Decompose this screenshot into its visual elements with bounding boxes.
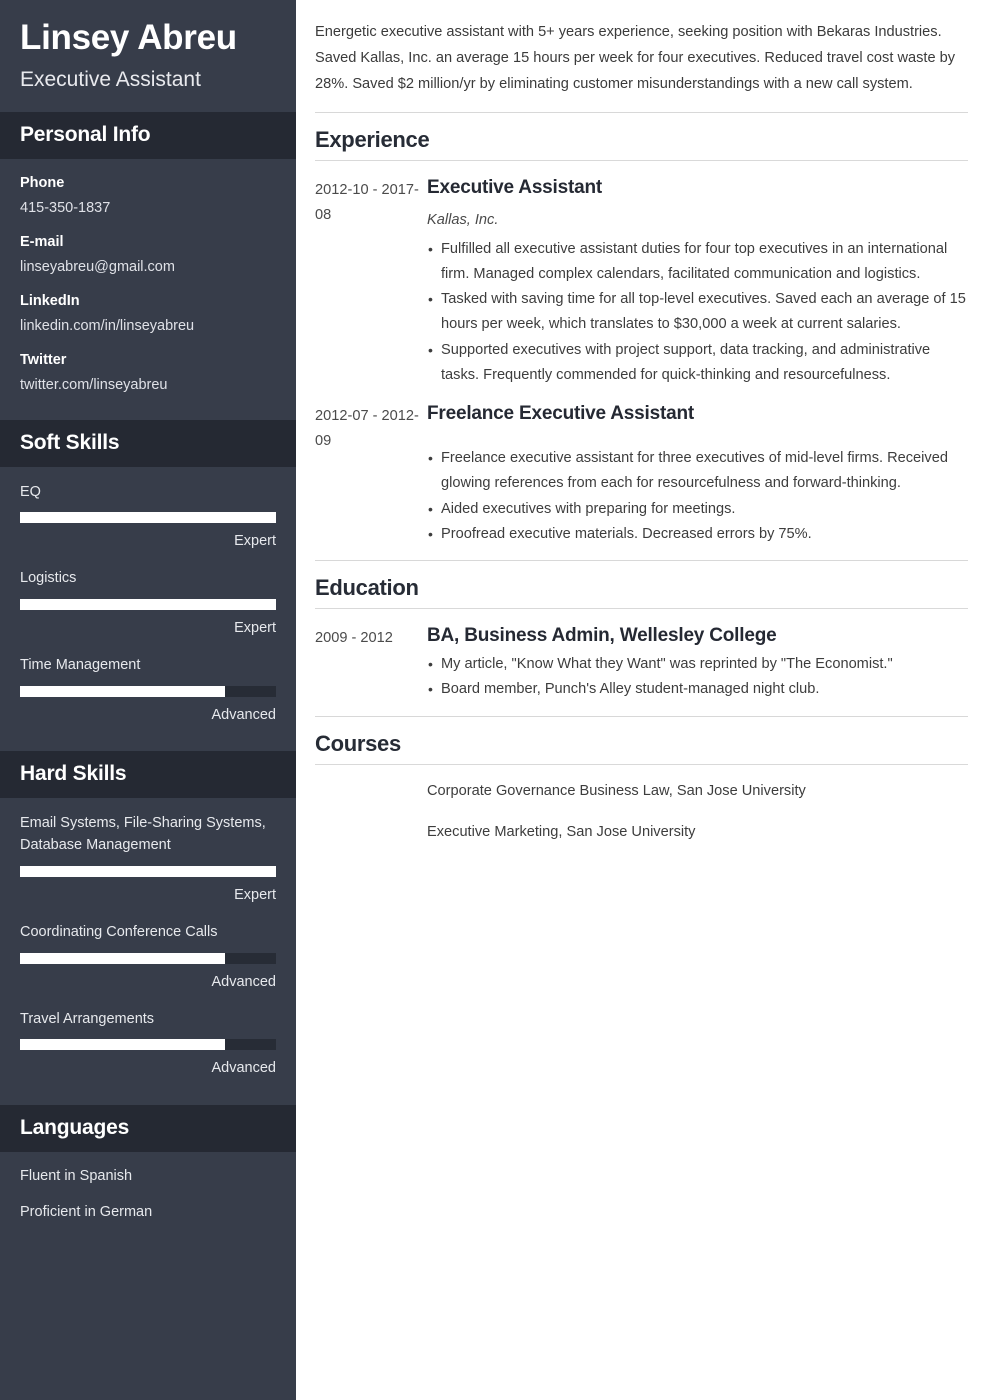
bullet-item: Freelance executive assistant for three … [427, 446, 968, 496]
bullet-item: Tasked with saving time for all top-leve… [427, 287, 968, 337]
contact-value-email[interactable]: linseyabreu@gmail.com [20, 256, 276, 278]
section-title-soft-skills: Soft Skills [0, 419, 296, 467]
main-content: Energetic executive assistant with 5+ ye… [296, 0, 990, 1400]
skill-progress-fill [20, 952, 225, 964]
section-education: Education 2009 - 2012 BA, Business Admin… [315, 559, 968, 703]
contact-label: Phone [20, 174, 65, 191]
skill-level-label: Advanced [211, 706, 277, 723]
skill-progress-track [20, 952, 276, 964]
sidebar-header: Linsey Abreu Executive Assistant [0, 0, 296, 112]
bullet-item: Aided executives with preparing for meet… [427, 497, 968, 522]
candidate-role: Executive Assistant [20, 67, 201, 91]
skill-progress-track [20, 1039, 276, 1051]
sidebar: Linsey Abreu Executive Assistant Persona… [0, 0, 296, 1400]
experience-job-title: Freelance Executive Assistant [427, 402, 695, 424]
experience-body: Freelance Executive Assistant Freelance … [427, 401, 968, 547]
section-divider [315, 159, 968, 161]
skill-name: Time Management [20, 657, 141, 674]
skill-progress-track [20, 865, 276, 877]
contact-label: Twitter [20, 352, 67, 369]
education-entry: 2009 - 2012 BA, Business Admin, Wellesle… [315, 623, 968, 703]
skill-progress-fill [20, 598, 276, 610]
course-item: Executive Marketing, San Jose University [427, 823, 696, 840]
section-courses: Courses Corporate Governance Business La… [315, 715, 968, 861]
experience-bullets: Fulfilled all executive assistant duties… [427, 237, 968, 388]
skill-progress-fill [20, 685, 225, 697]
contact-label: LinkedIn [20, 293, 80, 310]
language-item: Proficient in German [20, 1204, 153, 1221]
skill-item: Coordinating Conference Calls Advanced [20, 921, 276, 992]
contact-item-phone: Phone 415-350-1837 [20, 173, 276, 219]
language-item: Fluent in Spanish [20, 1167, 133, 1184]
experience-entry: 2012-10 - 2017-08 Executive Assistant Ka… [315, 175, 968, 388]
contact-item-email: E-mail linseyabreu@gmail.com [20, 232, 276, 278]
education-degree: BA, Business Admin, Wellesley College [427, 624, 777, 646]
contact-value-twitter[interactable]: twitter.com/linseyabreu [20, 374, 276, 396]
skill-level-label: Expert [234, 619, 276, 636]
skill-level-label: Advanced [211, 973, 277, 990]
languages-list: Fluent in Spanish Proficient in German [0, 1152, 296, 1250]
skill-progress-track [20, 598, 276, 610]
skill-level-label: Expert [234, 886, 276, 903]
resume-document: Linsey Abreu Executive Assistant Persona… [0, 0, 990, 1400]
section-title-languages: Languages [0, 1104, 296, 1152]
experience-date: 2012-07 - 2012-09 [315, 407, 419, 449]
experience-company: Kallas, Inc. [427, 211, 499, 228]
skill-progress-track [20, 685, 276, 697]
bullet-item: Supported executives with project suppor… [427, 338, 968, 388]
section-experience: Experience 2012-10 - 2017-08 Executive A… [315, 111, 968, 547]
contact-item-linkedin: LinkedIn linkedin.com/in/linseyabreu [20, 291, 276, 337]
section-divider [315, 763, 968, 765]
skill-progress-track [20, 512, 276, 524]
skill-item: Time Management Advanced [20, 654, 276, 725]
skill-progress-fill [20, 512, 276, 524]
courses-row: Corporate Governance Business Law, San J… [315, 779, 968, 861]
personal-info-list: Phone 415-350-1837 E-mail linseyabreu@gm… [0, 159, 296, 420]
skill-name: Email Systems, File-Sharing Systems, Dat… [20, 814, 266, 854]
contact-label: E-mail [20, 234, 64, 250]
skill-level-label: Expert [234, 533, 276, 550]
bullet-item: Proofread executive materials. Decreased… [427, 522, 968, 547]
candidate-name: Linsey Abreu [20, 18, 237, 57]
skill-item: Logistics Expert [20, 567, 276, 638]
skill-progress-fill [20, 1039, 225, 1051]
section-heading-courses: Courses [315, 715, 968, 764]
contact-value-linkedin[interactable]: linkedin.com/in/linseyabreu [20, 315, 276, 337]
education-body: BA, Business Admin, Wellesley College My… [427, 623, 968, 703]
bullet-item: Board member, Punch's Alley student-mana… [427, 677, 968, 702]
education-date: 2009 - 2012 [315, 629, 393, 646]
hard-skills-list: Email Systems, File-Sharing Systems, Dat… [0, 798, 296, 1105]
bullet-item: Fulfilled all executive assistant duties… [427, 237, 968, 287]
experience-job-title: Executive Assistant [427, 176, 603, 198]
skill-item: Email Systems, File-Sharing Systems, Dat… [20, 812, 276, 905]
contact-value-phone[interactable]: 415-350-1837 [20, 197, 276, 219]
experience-entry: 2012-07 - 2012-09 Freelance Executive As… [315, 401, 968, 547]
section-heading-experience: Experience [315, 111, 968, 160]
contact-item-twitter: Twitter twitter.com/linseyabreu [20, 350, 276, 396]
section-divider [315, 607, 968, 609]
section-heading-education: Education [315, 559, 968, 608]
experience-bullets: Freelance executive assistant for three … [427, 446, 968, 546]
courses-list: Corporate Governance Business Law, San J… [427, 779, 968, 861]
section-title-personal-info: Personal Info [0, 111, 296, 159]
education-bullets: My article, "Know What they Want" was re… [427, 652, 968, 702]
skill-name: Travel Arrangements [20, 1010, 155, 1027]
skill-progress-fill [20, 865, 276, 877]
skill-level-label: Advanced [211, 1060, 277, 1077]
experience-body: Executive Assistant Kallas, Inc. Fulfill… [427, 175, 968, 388]
experience-date: 2012-10 - 2017-08 [315, 181, 419, 223]
professional-summary: Energetic executive assistant with 5+ ye… [315, 24, 956, 92]
bullet-item: My article, "Know What they Want" was re… [427, 652, 968, 677]
soft-skills-list: EQ Expert Logistics Expert Time Manageme… [0, 467, 296, 751]
section-title-hard-skills: Hard Skills [0, 750, 296, 798]
skill-name: EQ [20, 483, 41, 500]
skill-item: EQ Expert [20, 481, 276, 552]
skill-item: Travel Arrangements Advanced [20, 1008, 276, 1079]
course-item: Corporate Governance Business Law, San J… [427, 782, 806, 799]
skill-name: Coordinating Conference Calls [20, 924, 218, 941]
skill-name: Logistics [20, 570, 77, 587]
